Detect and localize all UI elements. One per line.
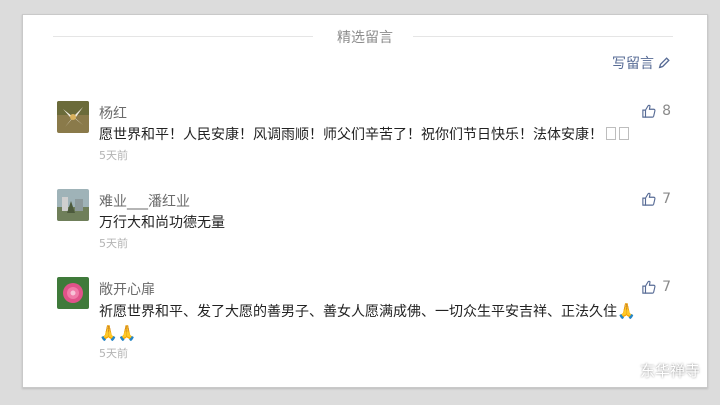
thumbs-up-icon — [642, 192, 656, 206]
comment-time: 5天前 — [99, 149, 128, 162]
avatar-landscape-image — [57, 189, 89, 221]
comment-text-body: 祈愿世界和平、发了大愿的善男子、善女人愿满成佛、一切众生平安吉祥、正法久住 — [99, 304, 617, 320]
write-comment-label: 写留言 — [612, 56, 654, 72]
comment-text: 愿世界和平！人民安康！风调雨顺！师父们辛苦了！祝你们节日快乐！法体安康！ — [99, 123, 629, 147]
avatar-lily-image — [57, 101, 89, 133]
comment-text: 祈愿世界和平、发了大愿的善男子、善女人愿满成佛、一切众生平安吉祥、正法久住🙏 — [99, 299, 636, 324]
like-button[interactable]: 8 — [642, 103, 671, 119]
avatar[interactable] — [57, 189, 89, 221]
like-count: 7 — [662, 191, 671, 207]
section-title: 精选留言 — [337, 30, 393, 46]
praying-hands-icon: 🙏 — [117, 324, 137, 342]
comment-author[interactable]: 敞开心扉 — [99, 279, 155, 299]
write-comment-button[interactable]: 写留言 — [612, 53, 671, 73]
thumbs-up-icon — [642, 104, 656, 118]
comment-time: 5天前 — [99, 347, 128, 360]
praying-hands-icon: 🙏 — [99, 324, 118, 342]
comment-item: 难业___潘红业 万行大和尚功德无量 5天前 7 — [57, 189, 671, 250]
like-button[interactable]: 7 — [642, 279, 671, 295]
wechat-icon — [614, 363, 634, 378]
watermark-text: 东华禅寺 — [639, 362, 700, 380]
avatar-flower-image — [57, 277, 89, 309]
comment-text-body: 愿世界和平！人民安康！风调雨顺！师父们辛苦了！祝你们节日快乐！法体安康！ — [99, 127, 603, 143]
comment-item: 敞开心扉 祈愿世界和平、发了大愿的善男子、善女人愿满成佛、一切众生平安吉祥、正法… — [57, 277, 671, 360]
emoji-placeholder-icon — [619, 127, 629, 140]
like-button[interactable]: 7 — [642, 191, 671, 207]
comment-author[interactable]: 难业___潘红业 — [99, 191, 190, 211]
emoji-placeholder-icon — [606, 127, 616, 140]
thumbs-up-icon — [642, 280, 656, 294]
like-count: 8 — [662, 103, 671, 119]
section-header: 精选留言 — [23, 25, 707, 47]
watermark: 东华禅寺 — [614, 360, 700, 381]
avatar[interactable] — [57, 277, 89, 309]
header-divider-right — [413, 36, 673, 37]
avatar[interactable] — [57, 101, 89, 133]
comment-text-continued: 🙏🙏 — [99, 321, 136, 346]
comment-item: 杨红 愿世界和平！人民安康！风调雨顺！师父们辛苦了！祝你们节日快乐！法体安康！ … — [57, 101, 671, 162]
comments-card: 精选留言 写留言 杨红 愿世界和平！人民安康！风调雨顺！师父们辛苦了！祝你们节日… — [22, 14, 708, 388]
pencil-icon — [658, 57, 670, 69]
comment-time: 5天前 — [99, 237, 128, 250]
comment-text: 万行大和尚功德无量 — [99, 215, 225, 231]
comment-author[interactable]: 杨红 — [99, 103, 127, 123]
praying-hands-icon: 🙏 — [617, 302, 636, 320]
like-count: 7 — [662, 279, 671, 295]
